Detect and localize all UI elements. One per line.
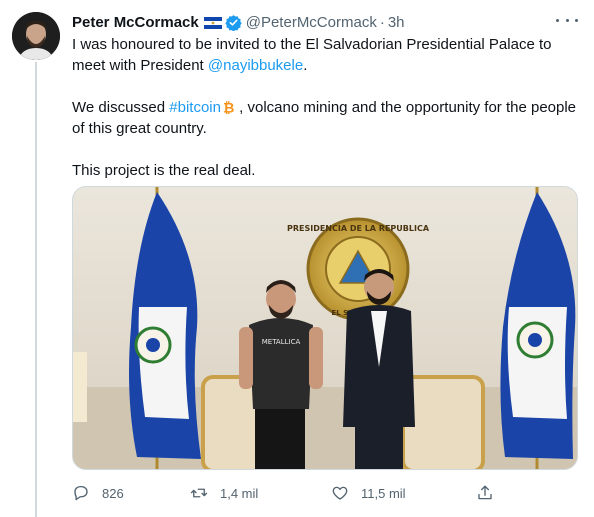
timestamp[interactable]: 3h — [388, 14, 405, 31]
avatar-image — [12, 12, 60, 60]
author-name[interactable]: Peter McCormack — [72, 14, 199, 31]
dot-icon — [575, 18, 578, 22]
svg-text:₿: ₿ — [223, 101, 234, 115]
reply-icon — [74, 485, 88, 501]
hashtag-link[interactable]: #bitcoin — [169, 99, 221, 116]
paragraph-text: We discussed — [72, 99, 170, 116]
heart-icon — [332, 486, 348, 500]
reply-count: 826 — [102, 485, 124, 501]
paragraph-text: I was honoured to be invited to the El S… — [72, 36, 552, 74]
tweet-paragraph-3: This project is the real deal. — [72, 162, 256, 179]
author-handle[interactable]: @PeterMcCormack — [246, 14, 377, 31]
tweet-text: I was honoured to be invited to the El S… — [72, 34, 577, 181]
verified-badge-icon — [225, 14, 242, 31]
dot-icon — [565, 18, 569, 22]
retweet-icon — [190, 488, 208, 498]
more-options-button[interactable] — [556, 10, 578, 30]
like-count: 11,5 mil — [361, 485, 406, 501]
tweet-photo[interactable]: PRESIDENCIA DE LA REPUBLICA EL SALVADOR … — [72, 186, 578, 470]
photo-image: PRESIDENCIA DE LA REPUBLICA EL SALVADOR … — [73, 187, 577, 469]
paragraph-text: . — [303, 57, 308, 74]
thread-line — [35, 62, 37, 517]
retweet-button[interactable]: 1,4 mil — [190, 483, 258, 503]
retweet-count: 1,4 mil — [220, 485, 259, 501]
paragraph-spacer — [72, 139, 577, 160]
tweet-paragraph-2: We discussed #bitcoin ₿ , volcano mining … — [72, 97, 577, 139]
like-button[interactable]: 11,5 mil — [331, 483, 406, 503]
mention-link[interactable]: @nayibbukele — [208, 57, 303, 74]
tweet-header: Peter McCormack @PeterMcCormack · 3h — [72, 12, 405, 32]
avatar[interactable] — [12, 12, 60, 60]
tweet-actions: 826 1,4 mil 11,5 mil — [72, 483, 512, 503]
dot-icon — [556, 18, 559, 22]
share-button[interactable] — [476, 483, 506, 503]
share-icon — [478, 485, 492, 500]
seal-text: PRESIDENCIA DE LA REPUBLICA — [287, 224, 430, 233]
el-salvador-flag-icon — [203, 16, 222, 29]
paragraph-spacer — [72, 76, 577, 97]
reply-button[interactable]: 826 — [72, 483, 124, 503]
shirt-text: METALLICA — [262, 338, 301, 346]
tweet-paragraph-1: I was honoured to be invited to the El S… — [72, 34, 577, 76]
bitcoin-icon: ₿ — [221, 99, 235, 117]
tweet[interactable]: Peter McCormack @PeterMcCormack · 3h I w… — [0, 0, 594, 517]
separator-dot: · — [379, 13, 385, 31]
